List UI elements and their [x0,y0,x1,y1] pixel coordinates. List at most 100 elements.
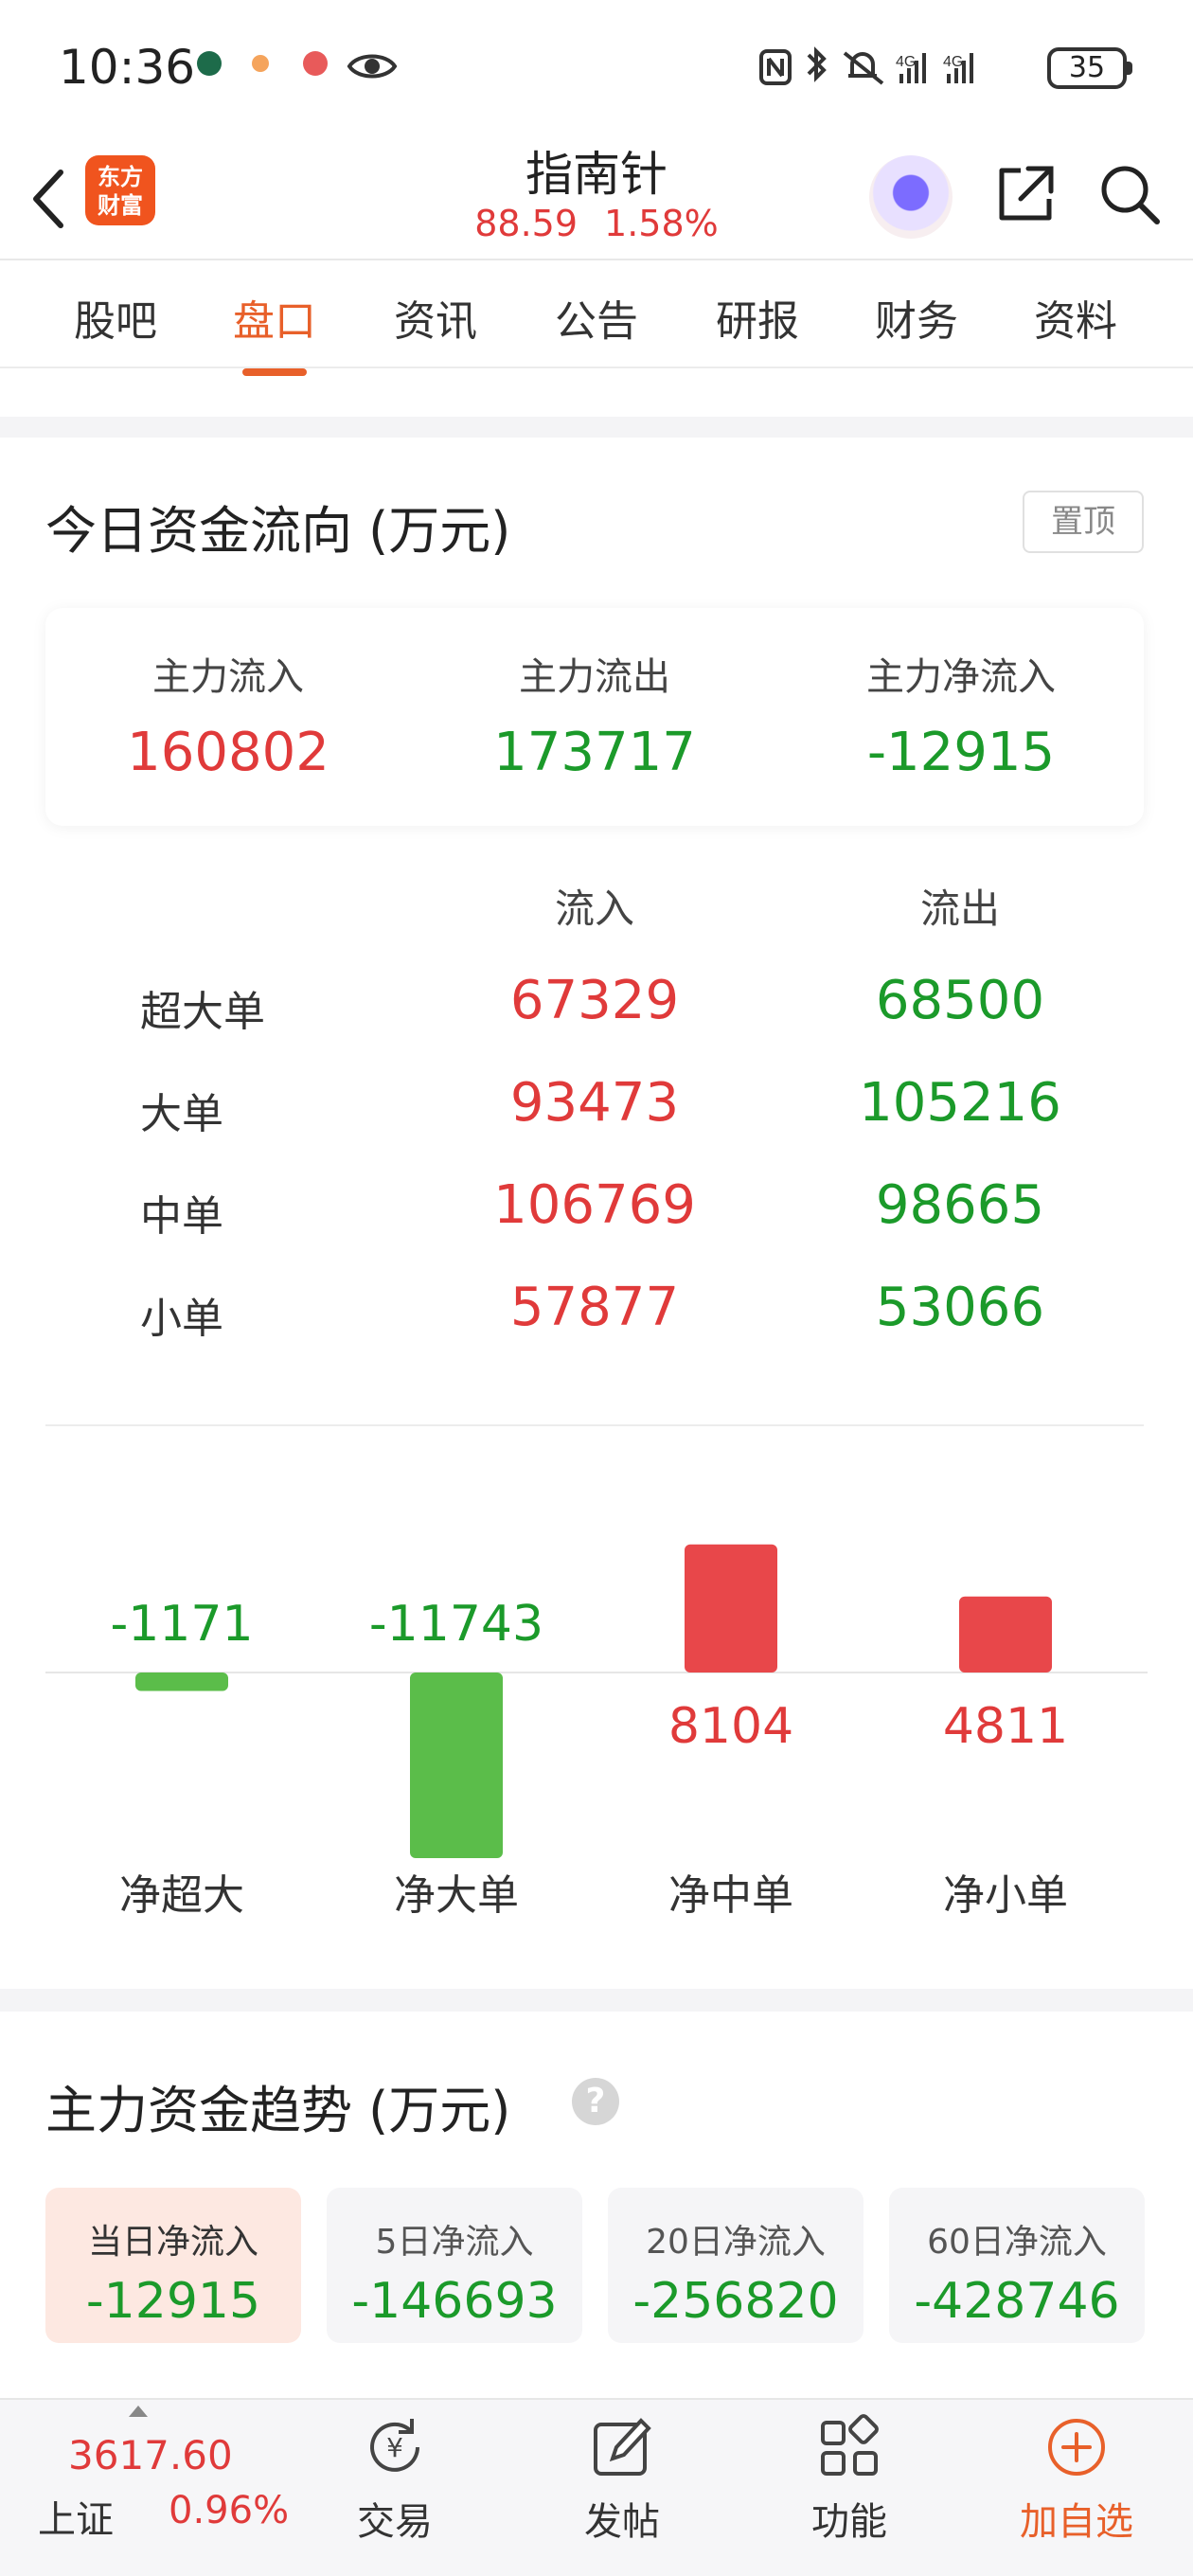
divider [45,1424,1144,1426]
net-flow-bar-chart: -1171 净超大 -11743 净大单 8104 净中单 4811 净小单 [45,1544,1148,1920]
logo-text-line1: 东方 [98,164,143,190]
trend-card-label: 60日净流入 [927,2223,1107,2262]
net-flow-value-label: -11743 [369,1596,543,1653]
index-change[interactable]: 0.96% [169,2489,289,2532]
app-logo[interactable]: 东方 财富 [85,155,155,225]
index-name[interactable]: 上证 [38,2489,114,2544]
trend-card-today[interactable]: 当日净流入 -12915 [45,2188,301,2343]
net-flow-value-label: 4811 [943,1698,1068,1755]
app-notification-icon [197,51,222,76]
fund-flow-title: 今日资金流向 (万元) [45,501,511,561]
tab-research[interactable]: 研报 [691,287,824,348]
trend-card-5d[interactable]: 5日净流入 -146693 [327,2188,582,2343]
net-flow-category-label: 净超大 [119,1871,244,1920]
order-inflow-value: 93473 [509,1072,680,1134]
share-icon[interactable] [992,161,1059,227]
svg-text:4G: 4G [943,54,963,70]
system-status-icons: 4G 4G [759,46,973,85]
main-inflow-label: 主力流入 [152,655,304,699]
order-outflow-value: 68500 [875,970,1045,1031]
stock-name: 指南针 [525,147,668,202]
tab-profile[interactable]: 资料 [1009,287,1142,348]
assistant-avatar[interactable] [869,155,953,239]
svg-text:4G: 4G [896,54,916,70]
stock-header: 东方 财富 指南针 88.59 1.58% [0,133,1193,260]
net-flow-bar [135,1673,228,1691]
app-notification-icon [252,55,269,72]
back-arrow-icon[interactable] [19,161,76,237]
tab-news[interactable]: 资讯 [369,287,502,348]
net-flow-bar [959,1596,1052,1673]
net-flow-bar [410,1673,503,1858]
order-inflow-value: 57877 [509,1277,680,1338]
order-inflow-value: 106769 [493,1174,696,1236]
trend-card-value: -12915 [85,2273,261,2330]
tab-pankou[interactable]: 盘口 [208,287,341,376]
order-inflow-value: 67329 [509,970,680,1031]
net-flow-category-label: 净小单 [943,1871,1068,1920]
inflow-column-header: 流入 [554,886,634,932]
yen-exchange-icon: ¥ [370,2419,419,2472]
nav-add-watchlist[interactable]: 加自选 [1006,2409,1148,2546]
help-icon[interactable]: ? [572,2078,619,2125]
net-flow-value-label: -1171 [110,1596,253,1653]
order-size-label: 大单 [140,1090,223,1138]
section-divider [0,1989,1193,2012]
tab-announcement[interactable]: 公告 [530,287,663,348]
trend-card-value: -146693 [351,2273,558,2330]
main-inflow-value: 160802 [127,722,329,783]
nav-functions[interactable]: 功能 [778,2409,920,2546]
trend-title: 主力资金趋势 (万元) [45,2081,511,2140]
trend-card-label: 20日净流入 [646,2223,826,2262]
outflow-column-header: 流出 [919,886,1000,932]
stock-change-pct: 1.58% [604,203,719,244]
tab-bar: 股吧 盘口 资讯 公告 研报 财务 资料 [0,262,1193,376]
status-time: 10:36 [59,40,196,95]
net-flow-bar [685,1544,777,1673]
main-outflow-value: 173717 [493,722,696,783]
trend-card-label: 5日净流入 [375,2223,534,2262]
app-notification-icon [303,51,328,76]
net-flow-value-label: 8104 [668,1698,793,1755]
svg-text:¥: ¥ [386,2432,403,2463]
tab-guba[interactable]: 股吧 [49,287,182,348]
search-icon[interactable] [1096,161,1163,227]
logo-text-line2: 财富 [98,192,143,219]
stock-price-line: 88.59 1.58% [407,203,786,244]
nav-label: 发帖 [584,2500,660,2544]
caret-up-icon[interactable] [129,2406,148,2417]
pin-top-button[interactable]: 置顶 [1023,491,1144,553]
eye-icon [347,54,398,79]
main-inflow-cell: 主力流入 160802 [45,646,411,783]
main-outflow-cell: 主力流出 173717 [412,646,777,783]
section-divider [0,417,1193,438]
nav-label: 加自选 [1020,2500,1133,2544]
nav-label: 交易 [357,2500,433,2544]
nav-label: 功能 [811,2500,887,2544]
order-size-label: 中单 [140,1192,223,1241]
add-circle-icon [1048,2419,1105,2476]
nav-trade[interactable]: ¥ 交易 [324,2409,466,2546]
main-net-value: -12915 [866,722,1056,783]
trend-card-20d[interactable]: 20日净流入 -256820 [608,2188,864,2343]
trend-card-label: 当日净流入 [87,2223,258,2262]
order-size-label: 超大单 [140,988,265,1036]
trend-card-value: -256820 [632,2273,839,2330]
index-value[interactable]: 3617.60 [68,2432,233,2478]
trend-card-60d[interactable]: 60日净流入 -428746 [889,2188,1145,2343]
main-force-summary: 主力流入 160802 主力流出 173717 主力净流入 -12915 [45,608,1144,826]
order-outflow-value: 53066 [875,1277,1045,1338]
net-flow-category-label: 净中单 [668,1871,793,1920]
order-outflow-value: 105216 [859,1072,1061,1134]
grid-icon [821,2414,879,2476]
status-bar: 10:36 4G 4G 35 [0,0,1193,133]
main-outflow-label: 主力流出 [519,655,670,699]
nav-post[interactable]: 发帖 [551,2409,693,2546]
net-flow-category-label: 净大单 [394,1871,519,1920]
edit-icon [594,2418,651,2476]
order-size-label: 小单 [140,1295,223,1343]
stock-price: 88.59 [474,203,579,244]
trend-card-value: -428746 [914,2273,1120,2330]
tab-finance[interactable]: 财务 [850,287,983,348]
order-outflow-value: 98665 [875,1174,1045,1236]
